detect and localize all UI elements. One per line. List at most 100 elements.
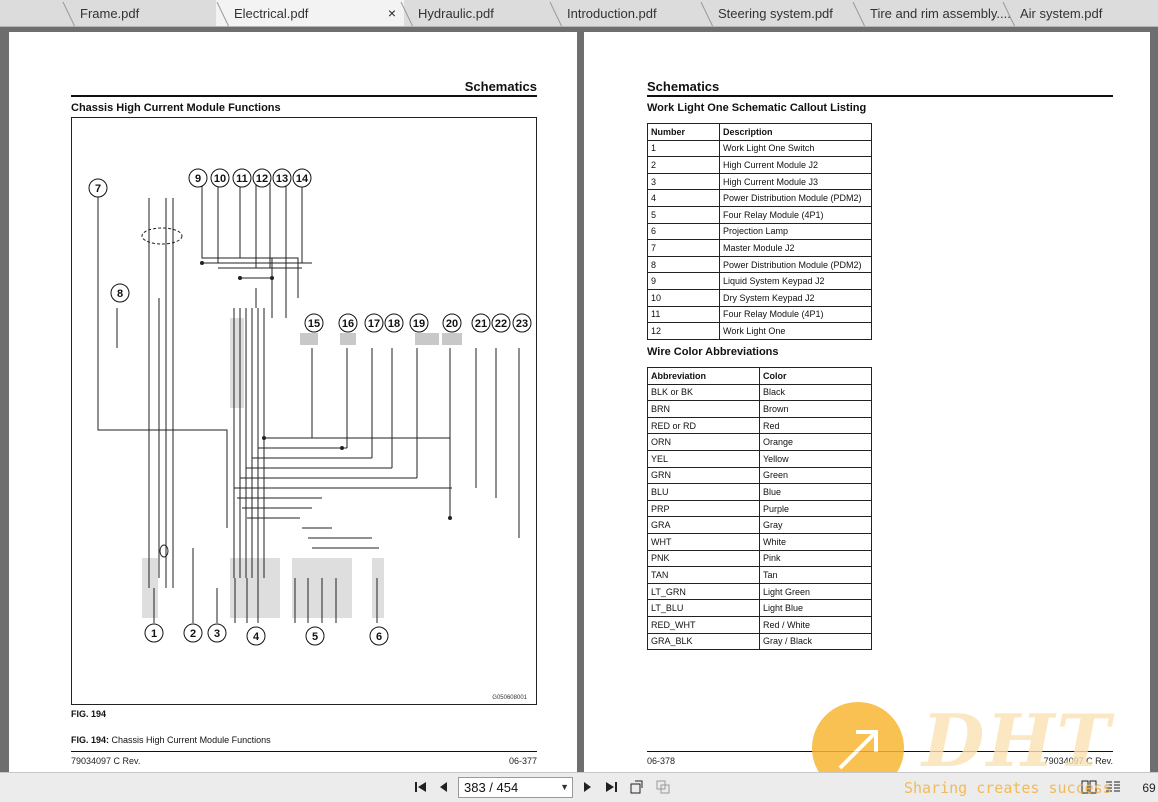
tab-label: Electrical.pdf (234, 6, 309, 21)
table-cell: 4 (647, 189, 720, 207)
column-header: Abbreviation (647, 367, 760, 385)
previous-page-icon (440, 782, 447, 792)
callout-label: 18 (388, 318, 400, 330)
copy-view-button[interactable] (654, 779, 672, 797)
table-cell: LT_BLU (647, 599, 760, 617)
table-cell: Dry System Keypad J2 (719, 288, 872, 307)
callout-16: 16 (338, 313, 358, 333)
table-cell: 5 (647, 205, 720, 224)
table-row: ORN Orange (647, 433, 872, 451)
watermark-brand: DHT (922, 698, 1113, 783)
callout-label: 1 (151, 628, 157, 640)
tab-separator (549, 2, 563, 26)
section-title: Schematics (464, 79, 537, 94)
callout-17: 17 (364, 313, 384, 333)
table-row: 8 Power Distribution Module (PDM2) (647, 255, 872, 274)
callout-13: 13 (272, 168, 292, 188)
callout-label: 11 (236, 173, 248, 185)
zoom-level[interactable]: 69 (1140, 779, 1158, 797)
table-cell: Black (759, 383, 872, 402)
table-cell: Four Relay Module (4P1) (719, 205, 872, 224)
tab-separator (62, 2, 76, 26)
column-header: Number (647, 123, 720, 141)
table-cell: WHT (647, 532, 760, 551)
table-row: BLU Blue (647, 483, 872, 501)
callout-23: 23 (512, 313, 532, 333)
callout-22: 22 (491, 313, 511, 333)
table-row: LT_BLU Light Blue (647, 599, 872, 617)
callout-1: 1 (144, 623, 164, 643)
table-cell: Pink (759, 549, 872, 568)
table-row: 10 Dry System Keypad J2 (647, 288, 872, 307)
table-row: 1 Work Light One Switch (647, 139, 872, 158)
drawing-id: G050608001 (492, 695, 527, 701)
tab-tire-and-rim[interactable]: Tire and rim assembly.... (852, 0, 1011, 26)
page-number-input[interactable]: 383 / 454 ▼ (458, 777, 573, 798)
table-row: RED or RD Red (647, 416, 872, 435)
table-row: 12 Work Light One (647, 322, 872, 340)
table-cell: 7 (647, 239, 720, 257)
callout-label: 7 (95, 183, 101, 195)
callout-label: 5 (312, 631, 318, 643)
callout-3: 3 (207, 623, 227, 643)
table-cell: ORN (647, 433, 760, 451)
table-row: 11 Four Relay Module (4P1) (647, 305, 872, 324)
callout-11: 11 (232, 168, 252, 188)
tab-electrical[interactable]: Electrical.pdf × (216, 0, 404, 26)
table-row: YEL Yellow (647, 449, 872, 468)
callout-label: 22 (495, 318, 507, 330)
callout-label: 13 (276, 173, 288, 185)
table-cell: Red / White (759, 615, 872, 634)
tab-introduction[interactable]: Introduction.pdf (549, 0, 704, 26)
table-cell: 8 (647, 255, 720, 274)
rotate-view-button[interactable] (628, 779, 646, 797)
tab-frame[interactable]: Frame.pdf (62, 0, 220, 26)
tab-bar: Frame.pdf Electrical.pdf × Hydraulic.pdf… (0, 0, 1158, 27)
document-viewer[interactable]: Schematics Chassis High Current Module F… (0, 27, 1158, 772)
table-row: PRP Purple (647, 499, 872, 518)
table-cell: RED_WHT (647, 615, 760, 634)
table-cell: Liquid System Keypad J2 (719, 272, 872, 290)
next-page-icon (584, 782, 591, 792)
callout-5: 5 (305, 626, 325, 646)
last-page-button[interactable] (602, 779, 620, 797)
caption-prefix: FIG. 194: (71, 735, 110, 745)
figure-subtitle: Chassis High Current Module Functions (71, 102, 281, 114)
table-cell: 2 (647, 156, 720, 174)
table-cell: RED or RD (647, 416, 760, 435)
table-row: WHT White (647, 532, 872, 551)
table-cell: GRA_BLK (647, 632, 760, 651)
table-row: GRA Gray (647, 516, 872, 534)
tab-separator (400, 2, 414, 26)
tab-label: Frame.pdf (80, 6, 140, 21)
tab-hydraulic[interactable]: Hydraulic.pdf (400, 0, 552, 26)
table-row: TAN Tan (647, 566, 872, 584)
close-icon[interactable]: × (388, 0, 396, 26)
table-cell: Power Distribution Module (PDM2) (719, 189, 872, 207)
callout-6: 6 (369, 626, 389, 646)
callout-label: 14 (296, 173, 309, 185)
callout-table-title: Work Light One Schematic Callout Listing (647, 102, 867, 114)
table-cell: GRA (647, 516, 760, 534)
callout-14: 14 (292, 168, 312, 188)
tab-air-system[interactable]: Air system.pdf (1002, 0, 1158, 26)
previous-page-button[interactable] (435, 779, 453, 797)
table-cell: 11 (647, 305, 720, 324)
callout-label: 4 (253, 631, 260, 643)
callout-label: 2 (190, 628, 196, 640)
table-cell: Yellow (759, 449, 872, 468)
next-page-button[interactable] (578, 779, 596, 797)
table-cell: PNK (647, 549, 760, 568)
table-row: 9 Liquid System Keypad J2 (647, 272, 872, 290)
tab-steering-system[interactable]: Steering system.pdf (700, 0, 855, 26)
callout-label: 10 (214, 173, 226, 185)
table-cell: Red (759, 416, 872, 435)
table-cell: Gray / Black (759, 632, 872, 651)
callout-21: 21 (471, 313, 491, 333)
watermark-tagline: Sharing creates success (904, 779, 1112, 797)
chevron-down-icon[interactable]: ▼ (560, 778, 569, 797)
first-page-button[interactable] (412, 779, 430, 797)
tab-separator (1002, 2, 1016, 26)
callout-label: 9 (195, 173, 201, 185)
table-row: 7 Master Module J2 (647, 239, 872, 257)
